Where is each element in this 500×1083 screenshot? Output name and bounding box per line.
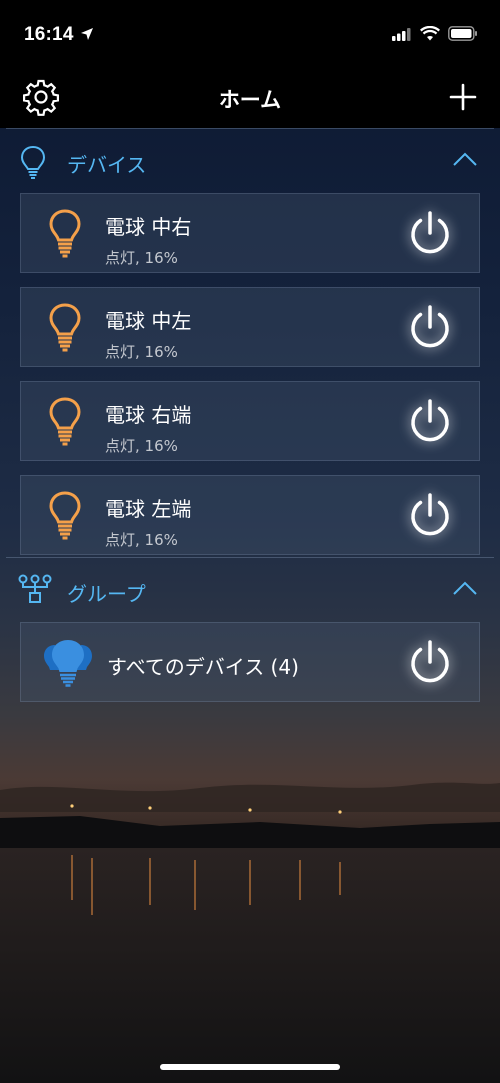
group-row[interactable]: すべてのデバイス (4)	[20, 622, 480, 702]
lightbulbs-group-icon	[44, 640, 92, 687]
group-name: すべてのデバイス (4)	[107, 655, 299, 679]
lightbulb-icon	[49, 209, 81, 258]
device-row[interactable]: 電球 左端 点灯, 16%	[20, 475, 480, 555]
device-name: 電球 左端	[105, 497, 192, 521]
device-row[interactable]: 電球 中左 点灯, 16%	[20, 287, 480, 367]
device-name: 電球 右端	[105, 403, 192, 427]
device-name: 電球 中右	[105, 215, 192, 239]
power-icon[interactable]	[405, 396, 455, 446]
groups-section-title: グループ	[67, 582, 146, 606]
devices-section-header[interactable]: デバイス	[0, 129, 500, 193]
device-status: 点灯, 16%	[105, 437, 178, 455]
status-time: 16:14	[24, 24, 74, 45]
location-arrow-icon	[81, 28, 93, 40]
group-list: すべてのデバイス (4)	[0, 622, 500, 702]
lightbulb-icon	[49, 491, 81, 540]
device-status: 点灯, 16%	[105, 249, 178, 267]
wifi-icon	[420, 26, 440, 41]
home-content: デバイス 電球 中右 点灯, 16% 電球 中左 点灯, 16% 電球 右端 点…	[0, 128, 500, 716]
device-status: 点灯, 16%	[105, 343, 178, 361]
power-icon[interactable]	[405, 637, 455, 687]
chevron-up-icon[interactable]	[452, 580, 478, 596]
power-icon[interactable]	[405, 208, 455, 258]
power-icon[interactable]	[405, 490, 455, 540]
device-row[interactable]: 電球 中右 点灯, 16%	[20, 193, 480, 273]
groups-section-header[interactable]: グループ	[0, 558, 500, 622]
lightbulb-icon	[49, 397, 81, 446]
device-list: 電球 中右 点灯, 16% 電球 中左 点灯, 16% 電球 右端 点灯, 16…	[0, 193, 500, 555]
device-name: 電球 中左	[105, 309, 192, 333]
plus-icon[interactable]	[448, 82, 478, 112]
status-icons	[392, 26, 478, 41]
network-icon	[18, 574, 52, 603]
cellular-signal-icon	[392, 27, 411, 41]
device-status: 点灯, 16%	[105, 531, 178, 549]
device-row[interactable]: 電球 右端 点灯, 16%	[20, 381, 480, 461]
page-title: ホーム	[218, 88, 282, 112]
power-icon[interactable]	[405, 302, 455, 352]
home-indicator[interactable]	[160, 1064, 340, 1070]
lightbulb-icon	[49, 303, 81, 352]
nav-bar: ホーム	[0, 70, 500, 128]
status-bar: 16:14	[0, 0, 500, 70]
chevron-up-icon[interactable]	[452, 151, 478, 167]
lightbulb-icon	[20, 145, 46, 179]
devices-section-title: デバイス	[67, 153, 147, 177]
battery-icon	[448, 26, 477, 41]
